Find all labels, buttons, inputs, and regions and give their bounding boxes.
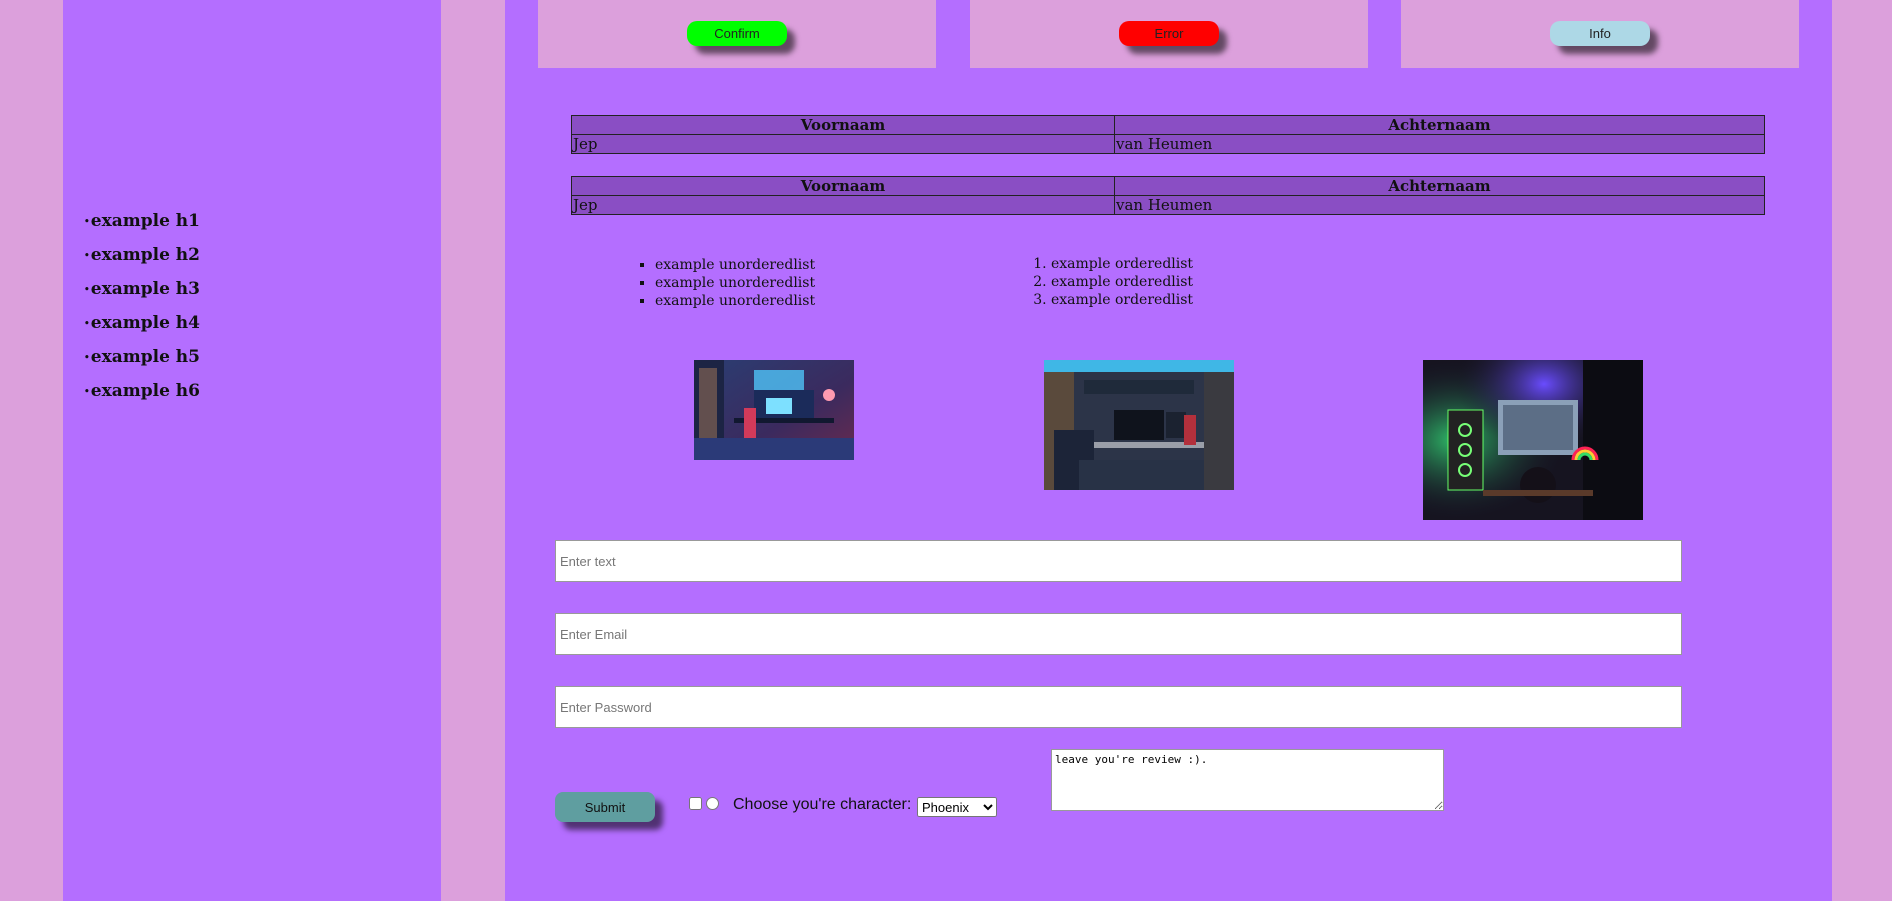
bullet-icon: • <box>84 318 90 329</box>
table-header: Achternaam <box>1114 176 1765 196</box>
name-table-1: Voornaam Achternaam Jep van Heumen <box>571 115 1765 154</box>
table-header-row: Voornaam Achternaam <box>571 176 1765 196</box>
list-item: example unorderedlist <box>655 274 815 292</box>
sidebar-item-h5: •example h5 <box>84 343 200 377</box>
sidebar-list: •example h1 •example h2 •example h3 •exa… <box>84 207 200 411</box>
table-cell: van Heumen <box>1114 134 1765 154</box>
confirm-banner: Confirm <box>538 0 936 68</box>
table-header: Voornaam <box>571 176 1115 196</box>
sidebar-item-label: example h3 <box>90 279 200 299</box>
table-header: Achternaam <box>1114 115 1765 135</box>
ordered-list: example orderedlist example orderedlist … <box>1051 255 1193 309</box>
sidebar-item-label: example h2 <box>90 245 200 265</box>
confirm-button[interactable]: Confirm <box>687 21 787 46</box>
submit-button[interactable]: Submit <box>555 792 655 822</box>
bullet-icon: • <box>84 216 90 227</box>
table-cell: Jep <box>571 195 1115 215</box>
gaming-room-photo-3 <box>1423 360 1643 520</box>
table-cell: Jep <box>571 134 1115 154</box>
gaming-room-photo-2 <box>1044 360 1234 490</box>
radio-button[interactable] <box>706 797 719 810</box>
table-header-row: Voornaam Achternaam <box>571 115 1765 135</box>
table-cell: van Heumen <box>1114 195 1765 215</box>
sidebar-item-label: example h5 <box>90 347 200 367</box>
unordered-list: example unorderedlist example unorderedl… <box>655 256 815 310</box>
sidebar-item-h2: •example h2 <box>84 241 200 275</box>
character-label: Choose you're character: <box>733 796 912 813</box>
gaming-room-photo-1 <box>694 360 854 460</box>
table-row: Jep van Heumen <box>571 195 1765 215</box>
list-item: example unorderedlist <box>655 256 815 274</box>
list-item: example orderedlist <box>1051 273 1193 291</box>
bullet-icon: • <box>84 250 90 261</box>
sidebar-item-h6: •example h6 <box>84 377 200 411</box>
name-table-2: Voornaam Achternaam Jep van Heumen <box>571 176 1765 215</box>
list-item: example unorderedlist <box>655 292 815 310</box>
bullet-icon: • <box>84 386 90 397</box>
error-button[interactable]: Error <box>1119 21 1219 46</box>
info-button[interactable]: Info <box>1550 21 1650 46</box>
email-input[interactable] <box>555 613 1682 655</box>
sidebar: •example h1 •example h2 •example h3 •exa… <box>63 0 441 901</box>
character-select[interactable]: Phoenix <box>917 797 997 817</box>
table-header: Voornaam <box>571 115 1115 135</box>
table-row: Jep van Heumen <box>571 134 1765 154</box>
info-banner: Info <box>1401 0 1799 68</box>
sidebar-item-label: example h4 <box>90 313 200 333</box>
text-input[interactable] <box>555 540 1682 582</box>
password-input[interactable] <box>555 686 1682 728</box>
bullet-icon: • <box>84 284 90 295</box>
error-banner: Error <box>970 0 1368 68</box>
sidebar-item-h4: •example h4 <box>84 309 200 343</box>
sidebar-item-label: example h6 <box>90 381 200 401</box>
bullet-icon: • <box>84 352 90 363</box>
sidebar-item-h3: •example h3 <box>84 275 200 309</box>
review-textarea[interactable]: leave you're review :). <box>1051 749 1444 811</box>
sidebar-item-label: example h1 <box>90 211 200 231</box>
list-item: example orderedlist <box>1051 255 1193 273</box>
checkbox[interactable] <box>689 797 702 810</box>
main-content: Confirm Error Info Voornaam Achternaam J… <box>505 0 1832 901</box>
list-item: example orderedlist <box>1051 291 1193 309</box>
sidebar-item-h1: •example h1 <box>84 207 200 241</box>
